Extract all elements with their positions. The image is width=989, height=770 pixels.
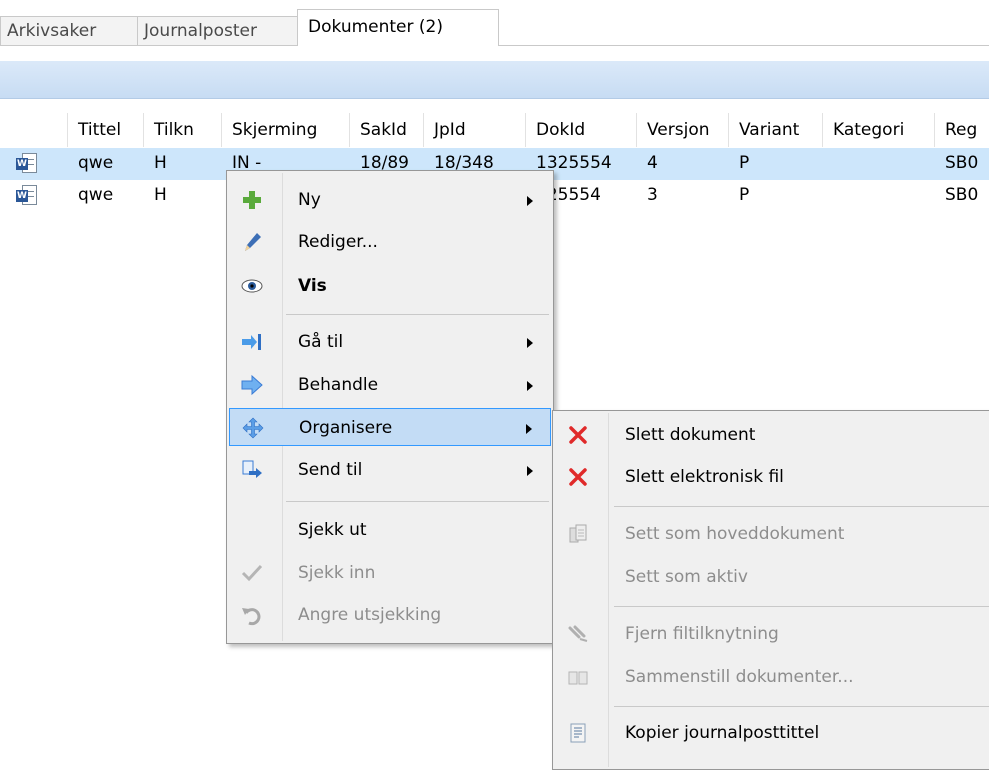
cell-tittel: qwe (78, 153, 114, 173)
tab-dokumenter[interactable]: Dokumenter (2) (297, 9, 499, 46)
organisere-submenu: Slett dokument Slett elektronisk fil Set… (552, 410, 989, 770)
column-header-variant[interactable]: Variant (729, 113, 823, 147)
submenu-arrow-icon (527, 338, 533, 348)
menu-item-label: Sett som aktiv (625, 567, 748, 587)
menu-item-rediger[interactable]: Rediger... (229, 223, 551, 261)
tab-arkivsaker[interactable]: Arkivsaker (0, 16, 138, 45)
menu-item-label: Gå til (298, 332, 344, 352)
menu-separator (614, 706, 989, 707)
menu-item-label: Sammenstill dokumenter... (625, 667, 854, 687)
menu-item-kopier-journalposttittel[interactable]: Kopier journalposttittel (555, 714, 989, 752)
menu-item-fjern-filtilknytning[interactable]: Fjern filtilknytning (555, 615, 989, 653)
cell-tittel: qwe (78, 185, 114, 205)
menu-item-label: Sjekk ut (298, 520, 367, 540)
menu-item-sjekk-inn[interactable]: Sjekk inn (229, 554, 551, 592)
menu-item-sett-som-hoveddokument[interactable]: Sett som hoveddokument (555, 515, 989, 553)
context-menu: Ny Rediger... Vis Gå til Behandle Organi… (226, 170, 554, 644)
column-header-tittel[interactable]: Tittel (68, 113, 144, 147)
column-header-sakid[interactable]: SakId (350, 113, 424, 147)
menu-item-sjekk-ut[interactable]: Sjekk ut (229, 511, 551, 549)
cell-versjon: 4 (647, 153, 658, 173)
cell-reg: SB0 (945, 153, 979, 173)
move-arrows-icon (242, 417, 264, 439)
cell-reg: SB0 (945, 185, 979, 205)
menu-separator (614, 606, 989, 607)
cell-versjon: 3 (647, 185, 658, 205)
menu-item-label: Fjern filtilknytning (625, 624, 779, 644)
menu-item-behandle[interactable]: Behandle (229, 366, 551, 404)
cell-tilkn: H (154, 185, 167, 205)
menu-item-label: Slett dokument (625, 425, 756, 445)
menu-item-angre-utsjekking[interactable]: Angre utsjekking (229, 596, 551, 634)
menu-item-send-til[interactable]: Send til (229, 451, 551, 489)
checkmark-icon (241, 564, 263, 582)
submenu-arrow-icon (527, 196, 533, 206)
menu-item-label: Angre utsjekking (298, 605, 442, 625)
word-document-icon: W (16, 153, 38, 175)
unlink-icon (568, 625, 588, 642)
menu-item-ga-til[interactable]: Gå til (229, 323, 551, 361)
column-header-kategori[interactable]: Kategori (823, 113, 935, 147)
undo-icon (242, 608, 261, 626)
menu-item-label: Kopier journalposttittel (625, 723, 820, 743)
menu-item-slett-dokument[interactable]: Slett dokument (555, 416, 989, 454)
submenu-arrow-icon (527, 466, 533, 476)
cell-variant: P (739, 153, 750, 173)
submenu-arrow-icon (527, 381, 533, 391)
column-header-skjerming[interactable]: Skjerming (222, 113, 350, 147)
go-to-arrow-icon (242, 334, 261, 350)
menu-item-organisere[interactable]: Organisere (229, 408, 551, 446)
menu-item-ny[interactable]: Ny (229, 181, 551, 219)
menu-item-label: Slett elektronisk fil (625, 467, 784, 487)
menu-item-sett-som-aktiv[interactable]: Sett som aktiv (555, 558, 989, 596)
process-arrow-icon (241, 374, 263, 396)
menu-item-label: Ny (298, 190, 321, 210)
tab-journalposter[interactable]: Journalposter (137, 16, 298, 45)
menu-item-sammenstill-dokumenter[interactable]: Sammenstill dokumenter... (555, 658, 989, 696)
cell-tilkn: H (154, 153, 167, 173)
menu-item-label: Sjekk inn (298, 563, 376, 583)
column-header-dokid[interactable]: DokId (526, 113, 637, 147)
send-to-icon (242, 460, 262, 478)
menu-item-label: Behandle (298, 375, 379, 395)
menu-item-vis[interactable]: Vis (229, 267, 551, 305)
menu-item-label: Sett som hoveddokument (625, 524, 845, 544)
menu-item-label: Rediger... (298, 232, 378, 252)
column-header-tilkn[interactable]: Tilkn (144, 113, 222, 147)
eye-icon (241, 279, 263, 293)
menu-item-label: Send til (298, 460, 363, 480)
grid-header: Tittel Tilkn Skjerming SakId JpId DokId … (0, 113, 989, 147)
main-document-icon (569, 524, 587, 543)
menu-separator (614, 506, 989, 507)
delete-x-icon (569, 426, 587, 444)
delete-x-icon (569, 468, 587, 486)
column-header-reg[interactable]: Reg (935, 113, 989, 147)
pencil-icon (245, 233, 261, 251)
toolbar-band (0, 61, 989, 99)
column-header-versjon[interactable]: Versjon (637, 113, 729, 147)
menu-item-label: Organisere (299, 418, 393, 438)
submenu-arrow-icon (526, 424, 532, 434)
merge-documents-icon (568, 671, 588, 685)
menu-separator (286, 501, 549, 502)
column-header-jpid[interactable]: JpId (424, 113, 526, 147)
cell-kategori (823, 180, 935, 212)
word-document-icon: W (16, 185, 38, 207)
copy-title-icon (570, 723, 586, 743)
menu-item-label: Vis (298, 276, 327, 296)
menu-item-slett-elektronisk-fil[interactable]: Slett elektronisk fil (555, 458, 989, 496)
menu-separator (286, 314, 549, 315)
cell-variant: P (739, 185, 750, 205)
tab-strip: Arkivsaker Journalposter Dokumenter (2) (0, 0, 989, 46)
plus-icon (243, 191, 261, 209)
cell-kategori (823, 148, 935, 180)
column-header-icon (0, 113, 68, 147)
